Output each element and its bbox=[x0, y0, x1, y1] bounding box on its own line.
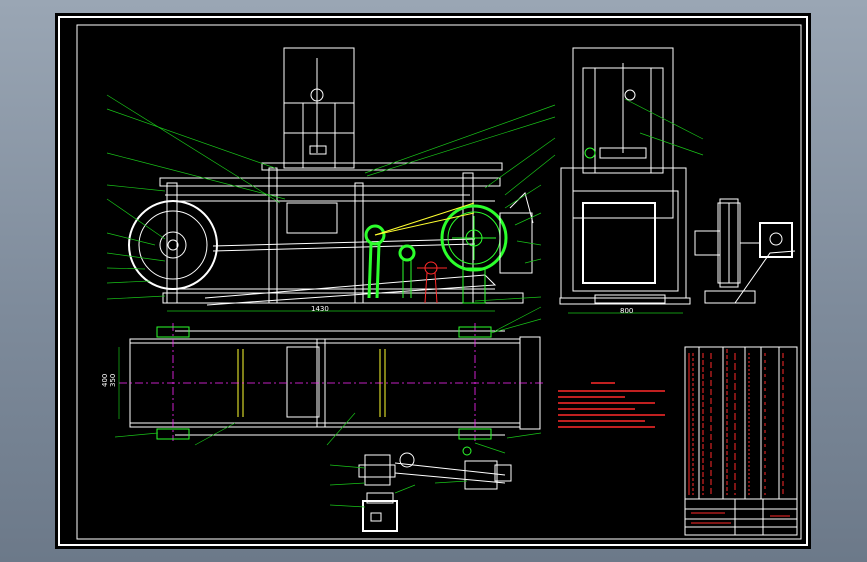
parts-list bbox=[684, 346, 798, 536]
front-view: 1430 bbox=[106, 47, 556, 313]
gear-motor-icon bbox=[694, 198, 796, 304]
belt-pulley-icon bbox=[128, 200, 218, 290]
dim-plan-b: 350 bbox=[109, 374, 117, 387]
dim-plan-a: 400 bbox=[101, 374, 109, 387]
tower-frame bbox=[283, 47, 355, 169]
inner-border bbox=[76, 24, 802, 540]
outer-border bbox=[58, 16, 808, 546]
technical-notes bbox=[558, 382, 665, 428]
title-block bbox=[684, 498, 798, 536]
drawing-sheet: 1430 800 400 350 bbox=[55, 13, 811, 549]
plan-view: 400 350 bbox=[101, 306, 545, 446]
parts-list-table bbox=[684, 346, 798, 500]
side-view: 800 bbox=[559, 47, 704, 315]
dim-length: 1430 bbox=[311, 305, 329, 313]
base-beam bbox=[162, 292, 524, 304]
dim-side-width: 800 bbox=[620, 307, 633, 315]
top-rail bbox=[159, 177, 501, 187]
bottom-drive bbox=[329, 442, 512, 532]
cad-drawing: 1430 800 400 350 bbox=[58, 16, 808, 546]
